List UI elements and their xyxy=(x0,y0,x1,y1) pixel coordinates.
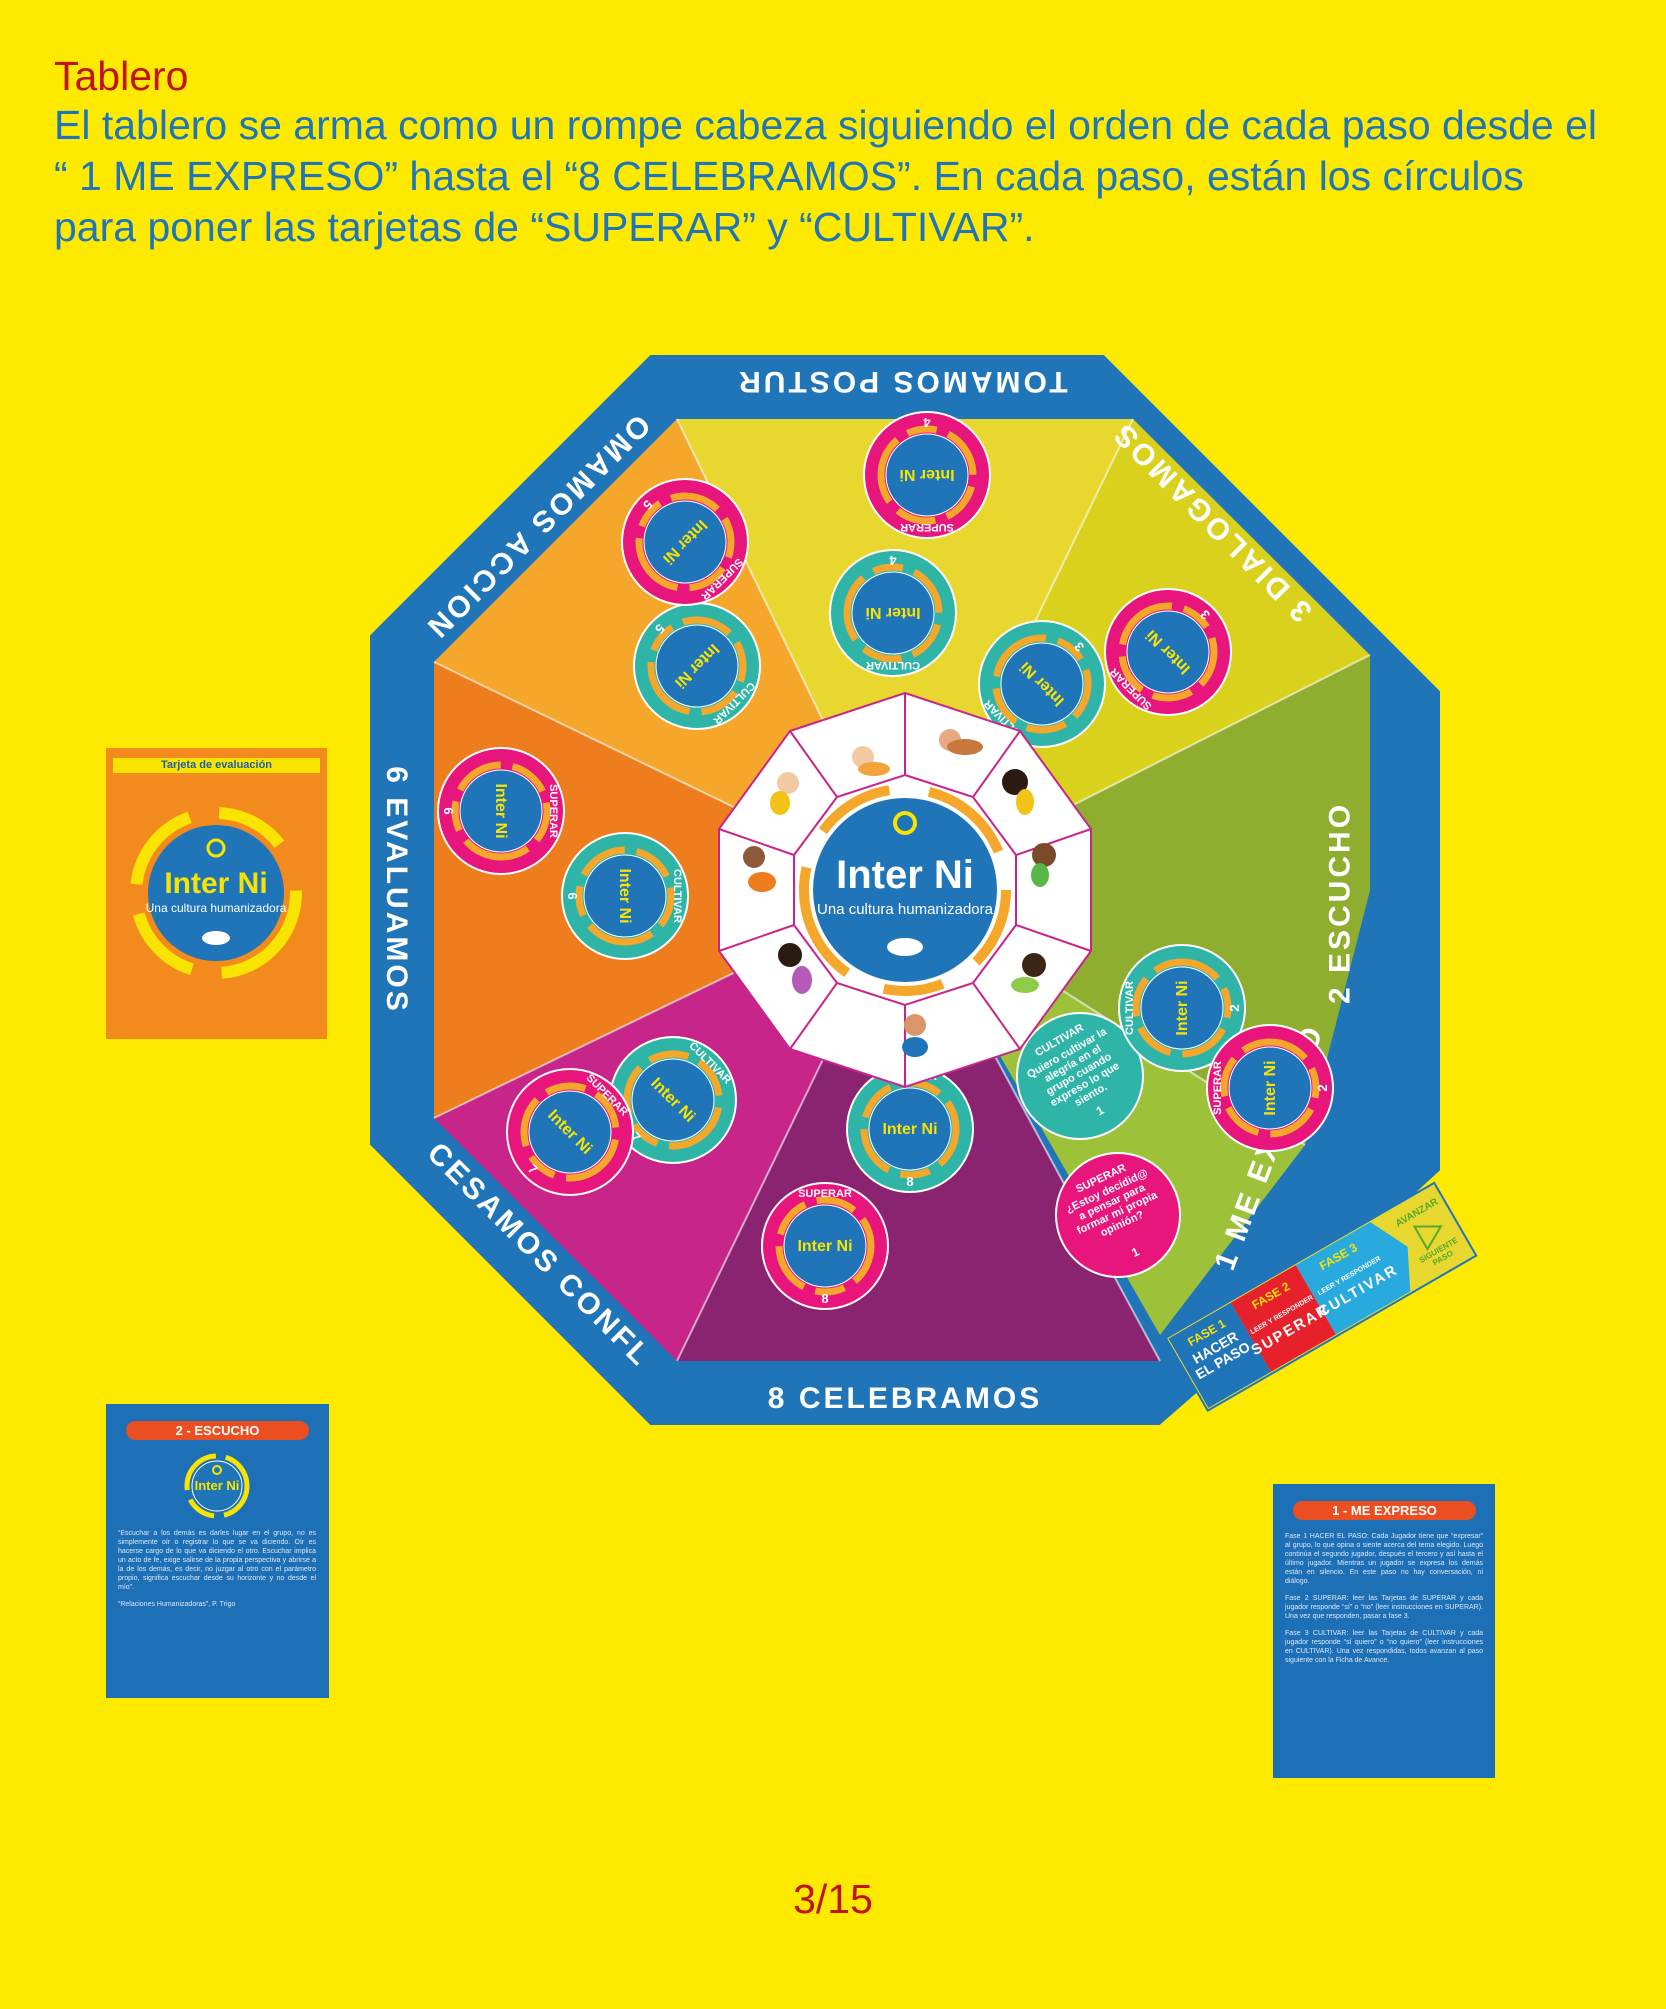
page-heading: Tablero El tablero se arma como un rompe… xyxy=(54,52,1614,253)
card-number: 8 xyxy=(906,1174,913,1189)
org-logo-icon xyxy=(202,931,230,945)
step-1-phase-3-text: Fase 3 CULTIVAR: leer las Tarjetas de CU… xyxy=(1285,1630,1483,1664)
evaluation-card-tagline: Una cultura humanizadora xyxy=(146,901,287,915)
step-2-card: 2 - ESCUCHO Inter Ni “Escuchar a los dem… xyxy=(106,1404,329,1698)
step-label-6: 6 EVALUAMOS xyxy=(380,766,413,1014)
step-2-card-logo-text: Inter Ni xyxy=(195,1478,240,1493)
superar-label: SUPERAR xyxy=(1212,1061,1224,1115)
card-circle-cultivar-4[interactable]: CULTIVAR Inter Ni 4 xyxy=(829,549,957,677)
step-label-8: 8 CELEBRAMOS xyxy=(768,1382,1042,1415)
step-label-2: 2 ESCUCHO xyxy=(1323,802,1356,1004)
card-number: 4 xyxy=(923,415,931,430)
card-circle-superar-4[interactable]: SUPERAR Inter Ni 4 xyxy=(863,411,991,539)
step-2-quote-source: “Relaciones Humanizadoras”, P. Trigo xyxy=(118,1601,236,1608)
card-circle-superar-8[interactable]: SUPERAR Inter Ni 8 xyxy=(761,1182,889,1310)
superar-label: SUPERAR xyxy=(547,784,559,838)
logo-text: Inter Ni xyxy=(1174,980,1191,1035)
phase-strip: FASE 1 HACER EL PASO FASE 2 LEER Y RESPO… xyxy=(1164,1181,1478,1412)
step-1-card-title: 1 - ME EXPRESO xyxy=(1293,1501,1476,1520)
step-1-phase-2-text: Fase 2 SUPERAR: leer las Tarjetas de SUP… xyxy=(1285,1595,1483,1620)
cultivar-label: CULTIVAR xyxy=(866,659,920,671)
step-1-card-text: Fase 1 HACER EL PASO: Cada Jugador tiene… xyxy=(1285,1532,1483,1673)
card-circle-cultivar-6[interactable]: CULTIVAR Inter Ni 6 xyxy=(561,832,689,960)
card-number: 4 xyxy=(889,553,897,568)
card-number: 6 xyxy=(441,807,456,814)
step-2-card-text: “Escuchar a los demás es darles lugar en… xyxy=(118,1529,316,1609)
card-circle-superar-6[interactable]: SUPERAR Inter Ni 6 xyxy=(437,747,565,875)
logo-text: Inter Ni xyxy=(865,604,920,621)
card-number: 2 xyxy=(1315,1084,1330,1091)
intro-paragraph: El tablero se arma como un rompe cabeza … xyxy=(54,102,1598,250)
logo-text: Inter Ni xyxy=(899,466,954,483)
logo-text: Inter Ni xyxy=(616,868,633,923)
page-number: 3/15 xyxy=(793,1876,873,1922)
step-1-card: 1 - ME EXPRESO Fase 1 HACER EL PASO: Cad… xyxy=(1273,1484,1495,1778)
logo-text: Inter Ni xyxy=(1262,1060,1279,1115)
org-logo-icon xyxy=(887,938,923,956)
evaluation-card-logo: Inter Ni Una cultura humanizadora xyxy=(130,807,302,979)
logo-text: Inter Ni xyxy=(492,783,509,838)
card-number: 6 xyxy=(565,892,580,899)
cultivar-label: CULTIVAR xyxy=(1124,981,1136,1035)
evaluation-card: Tarjeta de evaluación Inter Ni Una cultu… xyxy=(106,748,327,1039)
card-number: 8 xyxy=(821,1291,828,1306)
step-1-phase-1-text: Fase 1 HACER EL PASO: Cada Jugador tiene… xyxy=(1285,1533,1483,1585)
superar-label: SUPERAR xyxy=(798,1188,852,1200)
step-2-card-logo: Inter Ni xyxy=(184,1453,250,1519)
board-center: Inter Ni Una cultura humanizadora xyxy=(718,691,1092,1089)
logo-text: Inter Ni xyxy=(882,1121,937,1138)
center-logo-tagline: Una cultura humanizadora xyxy=(817,901,994,918)
center-logo-text: Inter Ni xyxy=(836,853,974,897)
card-number: 2 xyxy=(1227,1004,1242,1011)
superar-label: SUPERAR xyxy=(900,521,954,533)
page-title: Tablero xyxy=(54,53,189,99)
step-2-card-title: 2 - ESCUCHO xyxy=(126,1421,309,1440)
cultivar-label: CULTIVAR xyxy=(671,869,683,923)
step-2-quote: “Escuchar a los demás es darles lugar en… xyxy=(118,1530,316,1591)
evaluation-card-logo-text: Inter Ni xyxy=(164,867,267,900)
logo-text: Inter Ni xyxy=(797,1238,852,1255)
